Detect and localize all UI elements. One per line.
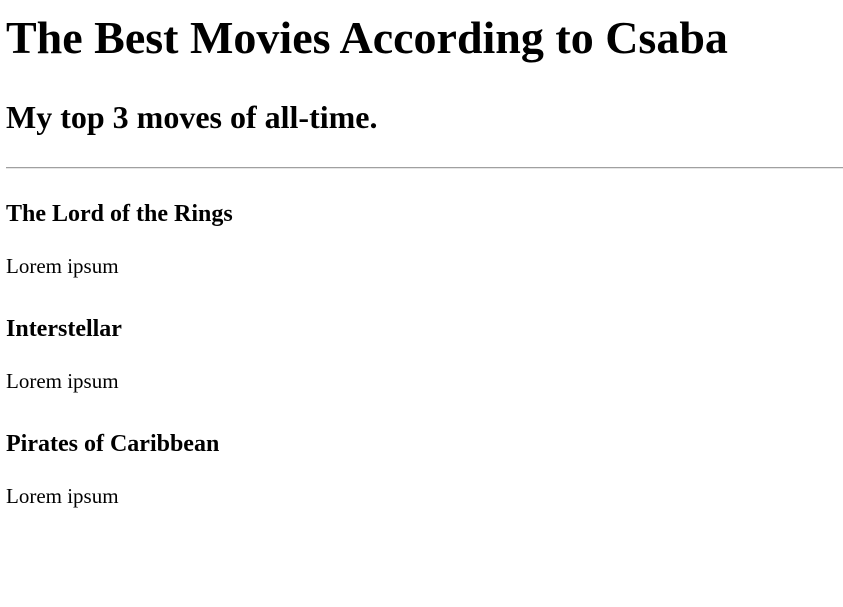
movie-list: The Lord of the Rings Lorem ipsum Inters… bbox=[6, 197, 836, 542]
page-subtitle: My top 3 moves of all-time. bbox=[6, 99, 378, 135]
movie-description: Lorem ipsum bbox=[6, 484, 119, 508]
divider bbox=[6, 167, 843, 169]
movie-description: Lorem ipsum bbox=[6, 369, 119, 393]
movie-title: Pirates of Caribbean bbox=[6, 431, 220, 457]
movie-item-interstellar: Interstellar Lorem ipsum bbox=[6, 312, 836, 427]
movie-item-lord-of-the-rings: The Lord of the Rings Lorem ipsum bbox=[6, 197, 836, 312]
movie-title: Interstellar bbox=[6, 316, 122, 342]
movie-description: Lorem ipsum bbox=[6, 254, 119, 278]
movie-title: The Lord of the Rings bbox=[6, 201, 233, 227]
page-title: The Best Movies According to Csaba bbox=[6, 12, 728, 63]
movie-item-pirates-of-caribbean: Pirates of Caribbean Lorem ipsum bbox=[6, 427, 836, 542]
